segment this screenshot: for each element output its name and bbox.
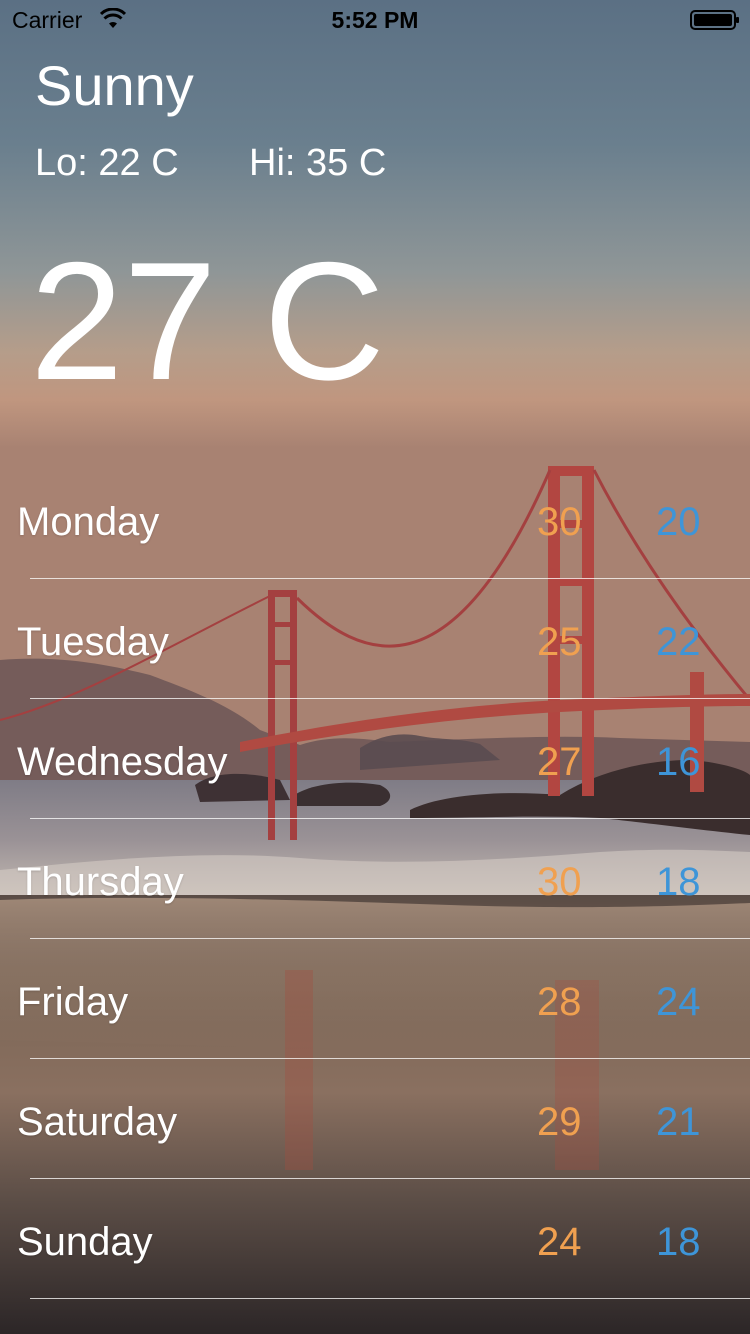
low-temperature: Lo: 22 C [35, 142, 179, 184]
row-separator [30, 578, 750, 579]
day-name: Thursday [17, 860, 184, 904]
day-low-temp: 16 [656, 740, 701, 784]
weather-condition: Sunny [35, 54, 194, 117]
current-temperature: 27 C [30, 227, 385, 415]
day-low-temp: 21 [656, 1100, 701, 1144]
row-separator [30, 1298, 750, 1299]
day-low-temp: 20 [656, 500, 701, 544]
day-name: Sunday [17, 1220, 153, 1264]
forecast-row[interactable]: Thursday 30 18 [0, 820, 750, 940]
day-high-temp: 27 [537, 740, 582, 784]
day-name: Tuesday [17, 620, 169, 664]
day-name: Wednesday [17, 740, 228, 784]
status-time: 5:52 PM [331, 7, 419, 33]
day-high-temp: 28 [537, 980, 582, 1024]
forecast-row[interactable]: Saturday 29 21 [0, 1060, 750, 1180]
forecast-row[interactable]: Friday 28 24 [0, 940, 750, 1060]
battery-icon [690, 10, 739, 30]
forecast-row[interactable]: Sunday 24 18 [0, 1180, 750, 1300]
high-temperature: Hi: 35 C [249, 142, 387, 184]
row-separator [30, 1058, 750, 1059]
day-name: Monday [17, 500, 160, 544]
day-high-temp: 30 [537, 500, 582, 544]
day-low-temp: 24 [656, 980, 701, 1024]
day-low-temp: 18 [656, 860, 701, 904]
status-bar: Carrier 5:52 PM [0, 0, 750, 40]
day-name: Friday [17, 980, 129, 1024]
forecast-row[interactable]: Tuesday 25 22 [0, 580, 750, 700]
day-high-temp: 24 [537, 1220, 582, 1264]
forecast-row[interactable]: Monday 30 20 [0, 460, 750, 580]
row-separator [30, 698, 750, 699]
row-separator [30, 1178, 750, 1179]
row-separator [30, 818, 750, 819]
day-high-temp: 25 [537, 620, 582, 664]
day-low-temp: 22 [656, 620, 701, 664]
forecast-list: Monday 30 20 Tuesday 25 22 Wednesday 27 … [0, 460, 750, 1300]
forecast-row[interactable]: Wednesday 27 16 [0, 700, 750, 820]
day-high-temp: 30 [537, 860, 582, 904]
day-high-temp: 29 [537, 1100, 582, 1144]
day-name: Saturday [17, 1100, 178, 1144]
row-separator [30, 938, 750, 939]
day-low-temp: 18 [656, 1220, 701, 1264]
